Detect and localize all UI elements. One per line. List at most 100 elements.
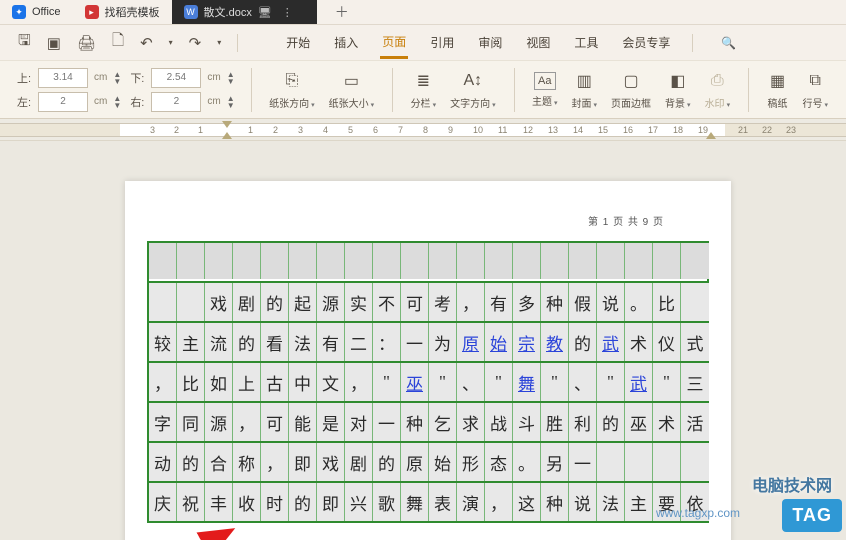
menu-member[interactable]: 会员专享 [620, 28, 672, 57]
grid-cell[interactable] [681, 283, 709, 321]
page-border-button[interactable]: ▢ 页面边框 [607, 70, 655, 110]
grid-cell[interactable]: 一 [373, 403, 401, 441]
grid-cell[interactable]: 的 [261, 283, 289, 321]
grid-cell[interactable]: 一 [401, 323, 429, 361]
grid-cell[interactable]: 表 [429, 483, 457, 521]
grid-cell[interactable]: 比 [653, 283, 681, 321]
grid-cell[interactable]: 一 [569, 443, 597, 481]
grid-cell[interactable]: 可 [261, 403, 289, 441]
hyperlink-text[interactable]: 巫 [406, 370, 423, 395]
grid-row[interactable]: 戏剧的起源实不可考，有多种假说。比 [147, 281, 709, 321]
hyperlink-text[interactable]: 武 [602, 330, 619, 355]
grid-cell[interactable]: 实 [345, 283, 373, 321]
undo-button[interactable]: ↶ [140, 34, 153, 52]
document-area[interactable]: 第 1 页 共 9 页 戏剧的起源实不可考，有多种假说。比较主流的看法有二：一为… [0, 141, 846, 540]
grid-cell[interactable]: 戏 [317, 443, 345, 481]
hyperlink-text[interactable]: 原 [462, 330, 479, 355]
grid-cell[interactable]: 不 [373, 283, 401, 321]
grid-cell[interactable] [625, 443, 653, 481]
grid-cell[interactable]: 的 [289, 483, 317, 521]
grid-cell[interactable]: ， [261, 443, 289, 481]
grid-cell[interactable]: 戏 [205, 283, 233, 321]
grid-cell[interactable]: 称 [233, 443, 261, 481]
undo-dropdown[interactable]: ▾ [169, 38, 173, 47]
grid-cell[interactable]: 斗 [513, 403, 541, 441]
menu-view[interactable]: 视图 [524, 28, 552, 57]
grid-cell[interactable]: 的 [177, 443, 205, 481]
grid-cell[interactable] [373, 243, 401, 279]
paper-size-button[interactable]: ▭ 纸张大小▾ [325, 70, 379, 110]
line-number-button[interactable]: ⧉ 行号▾ [799, 70, 833, 110]
grid-row[interactable]: 动的合称，即戏剧的原始形态。另一 [147, 441, 709, 481]
grid-cell[interactable]: 主 [177, 323, 205, 361]
grid-cell[interactable]: 的 [569, 323, 597, 361]
grid-cell[interactable] [681, 443, 709, 481]
grid-row[interactable]: 字同源，可能是对一种乞求战斗胜利的巫术活 [147, 401, 709, 441]
grid-cell[interactable]: 主 [625, 483, 653, 521]
margin-bottom-input[interactable]: 2.54 [151, 68, 201, 88]
grid-cell[interactable]: ： [373, 323, 401, 361]
margin-top-input[interactable]: 3.14 [38, 68, 88, 88]
tab-templates[interactable]: ▸ 找稻壳模板 [73, 0, 172, 24]
grid-cell[interactable]: 乞 [429, 403, 457, 441]
grid-cell[interactable] [317, 243, 345, 279]
grid-cell[interactable]: 巫 [401, 363, 429, 401]
grid-cell[interactable]: 的 [373, 443, 401, 481]
grid-cell[interactable]: " [597, 363, 625, 401]
monitor-icon[interactable]: 🖥 [258, 6, 272, 19]
grid-cell[interactable]: 源 [205, 403, 233, 441]
grid-cell[interactable] [429, 243, 457, 279]
spin-icon[interactable]: ▲▼ [227, 71, 237, 85]
hyperlink-text[interactable]: 始 [490, 330, 507, 355]
preview-button[interactable]: 🗋 [112, 30, 124, 55]
grid-cell[interactable]: 另 [541, 443, 569, 481]
grid-cell[interactable]: 、 [457, 363, 485, 401]
grid-cell[interactable]: ， [149, 363, 177, 401]
save-button[interactable]: 🖫 [18, 30, 31, 55]
grid-cell[interactable] [485, 243, 513, 279]
hyperlink-text[interactable]: 舞 [518, 370, 535, 395]
grid-cell[interactable]: 形 [457, 443, 485, 481]
grid-cell[interactable]: " [485, 363, 513, 401]
grid-cell[interactable]: 字 [149, 403, 177, 441]
hyperlink-text[interactable]: 教 [546, 330, 563, 355]
grid-cell[interactable] [177, 283, 205, 321]
grid-cell[interactable]: 古 [261, 363, 289, 401]
grid-cell[interactable]: 能 [289, 403, 317, 441]
grid-cell[interactable]: 有 [317, 323, 345, 361]
grid-cell[interactable]: 宗 [513, 323, 541, 361]
grid-cell[interactable]: 二 [345, 323, 373, 361]
manuscript-button[interactable]: ▦ 稿纸 [763, 70, 793, 110]
grid-cell[interactable]: ， [233, 403, 261, 441]
grid-cell[interactable]: 庆 [149, 483, 177, 521]
grid-cell[interactable] [597, 243, 625, 279]
grid-cell[interactable]: ， [457, 283, 485, 321]
grid-cell[interactable]: ， [485, 483, 513, 521]
grid-cell[interactable]: 教 [541, 323, 569, 361]
grid-cell[interactable]: 种 [541, 483, 569, 521]
grid-cell[interactable] [653, 443, 681, 481]
tab-office[interactable]: ✦ Office [0, 0, 73, 24]
grid-cell[interactable]: 多 [513, 283, 541, 321]
grid-cell[interactable]: 较 [149, 323, 177, 361]
grid-cell[interactable]: 剧 [345, 443, 373, 481]
tab-overflow-icon[interactable]: ⋮ [282, 6, 293, 19]
grid-cell[interactable] [569, 243, 597, 279]
grid-cell[interactable]: 源 [317, 283, 345, 321]
grid-cell[interactable] [233, 243, 261, 279]
grid-cell[interactable] [261, 243, 289, 279]
spin-icon[interactable]: ▲▼ [113, 95, 123, 109]
grid-cell[interactable]: 式 [681, 323, 709, 361]
grid-cell[interactable]: 、 [569, 363, 597, 401]
grid-cell[interactable]: ， [345, 363, 373, 401]
grid-cell[interactable] [149, 283, 177, 321]
grid-cell[interactable]: 巫 [625, 403, 653, 441]
print-button[interactable]: 🖨 [77, 34, 96, 52]
text-direction-button[interactable]: A↕ 文字方向▾ [446, 70, 500, 110]
grid-cell[interactable]: 术 [625, 323, 653, 361]
redo-dropdown[interactable]: ▾ [217, 38, 221, 47]
grid-cell[interactable]: 同 [177, 403, 205, 441]
grid-cell[interactable]: 术 [653, 403, 681, 441]
grid-cell[interactable]: 三 [681, 363, 709, 401]
menu-insert[interactable]: 插入 [332, 28, 360, 57]
